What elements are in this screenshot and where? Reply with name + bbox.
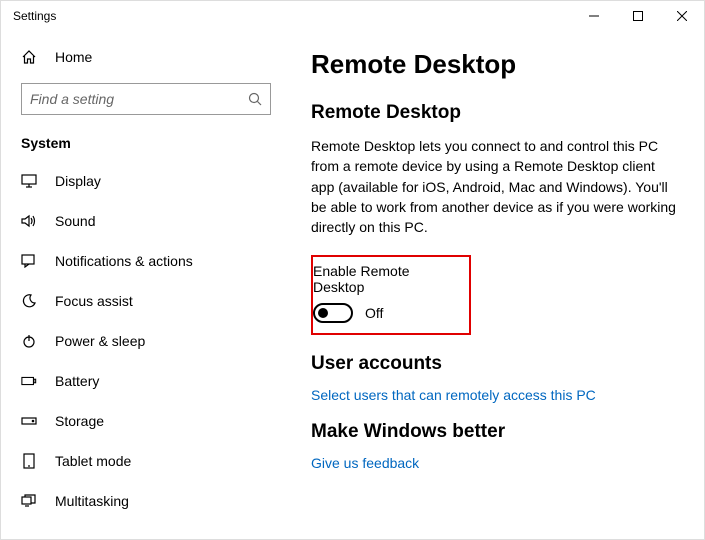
- sidebar-item-label: Focus assist: [55, 293, 133, 309]
- notifications-icon: [21, 254, 37, 268]
- search-icon: [248, 92, 262, 106]
- section-heading-remote-desktop: Remote Desktop: [311, 102, 676, 124]
- page-title: Remote Desktop: [311, 49, 676, 80]
- minimize-button[interactable]: [572, 1, 616, 31]
- sidebar-item-power-sleep[interactable]: Power & sleep: [1, 321, 291, 361]
- sidebar-item-notifications[interactable]: Notifications & actions: [1, 241, 291, 281]
- search-input[interactable]: [30, 91, 248, 107]
- sidebar-item-label: Display: [55, 173, 101, 189]
- sidebar-item-battery[interactable]: Battery: [1, 361, 291, 401]
- multitasking-icon: [21, 494, 37, 508]
- remote-desktop-description: Remote Desktop lets you connect to and c…: [311, 136, 676, 237]
- toggle-label: Enable Remote Desktop: [313, 263, 453, 295]
- window-titlebar: Settings: [1, 1, 704, 31]
- sidebar-item-sound[interactable]: Sound: [1, 201, 291, 241]
- window-title: Settings: [13, 9, 56, 23]
- sidebar-item-storage[interactable]: Storage: [1, 401, 291, 441]
- search-input-container[interactable]: [21, 83, 271, 115]
- highlight-annotation: Enable Remote Desktop Off: [311, 255, 471, 335]
- tablet-icon: [21, 453, 37, 469]
- sidebar-item-display[interactable]: Display: [1, 161, 291, 201]
- enable-remote-desktop-toggle[interactable]: [313, 303, 353, 323]
- battery-icon: [21, 375, 37, 387]
- sidebar-section-title: System: [1, 121, 291, 161]
- home-label: Home: [55, 49, 92, 65]
- link-select-users[interactable]: Select users that can remotely access th…: [311, 387, 676, 403]
- sidebar-item-label: Battery: [55, 373, 99, 389]
- sidebar-item-label: Multitasking: [55, 493, 129, 509]
- close-button[interactable]: [660, 1, 704, 31]
- section-heading-user-accounts: User accounts: [311, 353, 676, 375]
- display-icon: [21, 174, 37, 188]
- sidebar-home[interactable]: Home: [1, 39, 291, 75]
- sidebar-item-label: Power & sleep: [55, 333, 145, 349]
- sidebar-item-tablet-mode[interactable]: Tablet mode: [1, 441, 291, 481]
- toggle-knob: [318, 308, 328, 318]
- main-content: Remote Desktop Remote Desktop Remote Des…: [291, 31, 704, 539]
- sidebar-item-label: Tablet mode: [55, 453, 131, 469]
- toggle-state: Off: [365, 305, 383, 321]
- sidebar-item-focus-assist[interactable]: Focus assist: [1, 281, 291, 321]
- sound-icon: [21, 214, 37, 228]
- sidebar-item-label: Storage: [55, 413, 104, 429]
- section-heading-make-windows-better: Make Windows better: [311, 421, 676, 443]
- sidebar-item-label: Sound: [55, 213, 95, 229]
- sidebar-item-label: Notifications & actions: [55, 253, 193, 269]
- maximize-button[interactable]: [616, 1, 660, 31]
- link-give-feedback[interactable]: Give us feedback: [311, 455, 676, 471]
- home-icon: [21, 49, 37, 65]
- focus-assist-icon: [21, 293, 37, 309]
- sidebar-item-multitasking[interactable]: Multitasking: [1, 481, 291, 521]
- storage-icon: [21, 415, 37, 427]
- sidebar: Home System Display Sound Notifications …: [1, 31, 291, 539]
- power-icon: [21, 333, 37, 349]
